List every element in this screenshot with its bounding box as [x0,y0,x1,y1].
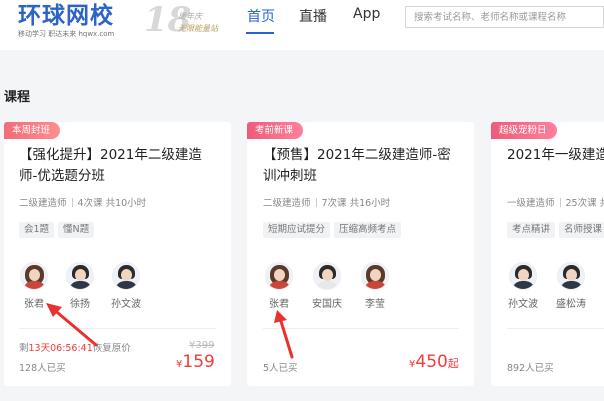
teacher-name: 孙文波 [508,299,538,310]
teacher-name: 徐扬 [70,299,90,310]
course-meta: 二级建造师 4次课 共10小时 [19,195,146,209]
top-header: 环球网校 移动学习 职达未来 hqwx.com 18 周年庆 无限能量站 首页 … [0,0,604,50]
teacher[interactable]: 王 [597,262,604,310]
course-price: ¥450起 [409,352,459,372]
teacher-list: 张君 安国庆 李莹 [257,262,437,314]
anniversary-badge[interactable]: 18 周年庆 无限能量站 [144,0,236,42]
price-amount: 159 [182,352,215,372]
course-chip: 短期应试提分 [263,222,331,238]
teacher[interactable]: 孙文波 [501,262,545,310]
course-lessons: 7次课 共16小时 [321,198,391,209]
teacher-name: 安国庆 [312,299,342,310]
teacher[interactable]: 孙文波 [104,262,148,310]
teacher-name: 盛松涛 [556,299,586,310]
teacher[interactable]: 安国庆 [305,262,349,310]
card-divider [19,328,216,329]
teacher[interactable]: 李莹 [353,262,397,310]
teacher-list: 孙文波 盛松涛 王 [501,262,604,314]
teacher-list: 张君 徐扬 孙文波 [12,262,192,314]
course-lessons: 4次课 共10小时 [77,198,147,209]
section-title: 课程 [4,90,31,105]
price-amount: 450 [415,352,448,372]
course-chip: 会1题 [19,222,55,238]
search-input[interactable] [405,6,604,28]
anniversary-line1: 周年庆 [178,12,202,21]
teacher-name: 孙文波 [111,299,141,310]
nav-active-indicator [246,32,274,34]
course-meta: 二级建造师 7次课 共16小时 [263,195,390,209]
teacher-name: 王 [597,295,604,310]
avatar [361,262,389,290]
course-chips: 短期应试提分 压缩高频考点 [263,217,405,238]
avatar [265,262,293,290]
avatar [313,262,341,290]
countdown-suffix: 恢复原价 [92,343,131,354]
course-card[interactable]: 超级宠粉日 2021年一级建造师 一级建造师 25次课 共 考点精讲名师授课 孙文… [491,122,604,386]
anniversary-line2: 无限能量站 [178,24,218,33]
course-chip: 名师授课 [559,222,604,238]
countdown-text: 剩13天06:56:41恢复原价 [19,340,131,354]
course-title[interactable]: 【预售】2021年二级建造师-密训冲刺班 [263,145,463,187]
nav-app[interactable]: App [353,6,380,26]
course-meta: 一级建造师 25次课 共 [507,195,604,209]
course-tag: 本周封班 [4,122,61,139]
course-lessons: 25次课 共 [565,198,604,209]
original-price: ¥399 [189,340,215,351]
course-chips: 考点精讲 名师授课 [507,217,604,238]
course-level: 二级建造师 [263,198,311,209]
course-level: 二级建造师 [19,198,67,209]
avatar [557,262,585,290]
course-level: 一级建造师 [507,198,555,209]
card-divider [507,328,604,329]
meta-separator [71,198,73,207]
meta-separator [559,198,561,207]
sold-count: 5人已买 [263,363,298,374]
teacher[interactable]: 张君 [12,262,56,310]
course-chip: 考点精讲 [507,222,556,238]
countdown-prefix: 剩 [19,343,29,354]
course-chip: 压缩高频考点 [334,222,402,238]
countdown-time: 13天06:56:41 [28,343,93,354]
course-title[interactable]: 2021年一级建造师 [507,145,604,166]
avatar [509,262,537,290]
teacher-name: 李莹 [365,299,385,310]
course-tag: 超级宠粉日 [491,122,557,139]
course-chip: 懂N题 [58,222,95,238]
course-card[interactable]: 考前新课 【预售】2021年二级建造师-密训冲刺班 二级建造师 7次课 共16小时… [247,122,474,386]
avatar [20,262,48,290]
teacher[interactable]: 徐扬 [58,262,102,310]
nav-home[interactable]: 首页 [247,6,275,26]
teacher[interactable]: 张君 [257,262,301,310]
site-logo[interactable]: 环球网校 移动学习 职达未来 hqwx.com [18,2,114,39]
course-price: ¥159 [176,352,215,372]
teacher-name: 张君 [269,299,289,310]
price-suffix: 起 [447,357,459,370]
nav-live[interactable]: 直播 [299,6,327,26]
sold-count: 128人已买 [19,363,66,374]
logo-slogan: 移动学习 职达未来 hqwx.com [18,30,115,38]
course-tag: 考前新课 [247,122,304,139]
teacher-name: 张君 [24,299,44,310]
card-divider [263,328,459,329]
teacher[interactable]: 盛松涛 [549,262,593,310]
avatar [66,262,94,290]
course-card[interactable]: 本周封班 【强化提升】2021年二级建造师-优选题分班 二级建造师 4次课 共10… [4,122,231,386]
logo-text: 环球网校 [18,3,114,29]
meta-separator [315,198,317,207]
course-chips: 会1题 懂N题 [19,217,98,238]
course-title[interactable]: 【强化提升】2021年二级建造师-优选题分班 [19,145,219,187]
avatar [112,262,140,290]
sold-count: 892人已买 [507,363,554,374]
